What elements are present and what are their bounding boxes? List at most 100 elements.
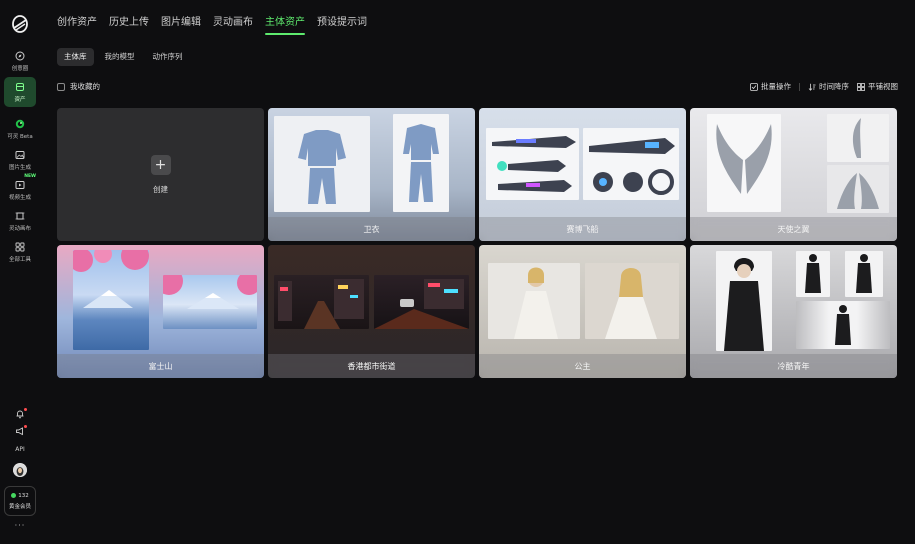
card-thumbnail bbox=[393, 114, 449, 212]
card-thumbnail bbox=[163, 275, 257, 329]
avatar-icon bbox=[13, 464, 27, 477]
city-street-image bbox=[278, 279, 364, 329]
sort-button[interactable]: 时间降序 bbox=[808, 81, 849, 92]
sidebar-item-video-gen[interactable]: NEW 视频生成 bbox=[2, 174, 38, 205]
sidebar-item-community[interactable]: 创意圈 bbox=[2, 46, 38, 76]
card-thumbnail bbox=[374, 275, 469, 329]
tab-upload-history[interactable]: 历史上传 bbox=[109, 16, 149, 32]
cool-youth-image bbox=[724, 258, 764, 351]
points-count: 132 bbox=[11, 493, 29, 499]
member-label: 黄金会员 bbox=[8, 503, 31, 510]
figure-front-image bbox=[805, 254, 821, 293]
favorites-checkbox[interactable] bbox=[57, 82, 65, 91]
plus-icon: + bbox=[150, 154, 171, 175]
sidebar-item-label: 视频生成 bbox=[8, 194, 31, 201]
kling-logo-icon bbox=[15, 119, 25, 128]
tab-canvas[interactable]: 灵动画布 bbox=[213, 16, 253, 32]
announcement-dot bbox=[24, 425, 27, 428]
card-thumbnail bbox=[796, 251, 830, 297]
batch-icon bbox=[750, 82, 758, 91]
card-thumbnail bbox=[73, 250, 149, 350]
card-title: 富士山 bbox=[57, 354, 264, 378]
toolbar: 批量操作 时间降序 平铺视图 bbox=[750, 81, 898, 92]
sidebar-item-image-gen[interactable]: 图片生成 bbox=[2, 145, 38, 175]
wing-side-image bbox=[852, 118, 861, 158]
compass-icon bbox=[15, 51, 25, 60]
sub-tabs: 主体库 我的模型 动作序列 bbox=[57, 48, 190, 66]
subtab-subject-library[interactable]: 主体库 bbox=[57, 48, 94, 66]
subject-card[interactable]: 公主 bbox=[479, 245, 686, 378]
sweatsuit-image bbox=[298, 130, 346, 204]
sidebar-item-label: 资产 bbox=[14, 96, 26, 103]
more-menu[interactable]: ··· bbox=[0, 521, 40, 530]
card-title: 卫衣 bbox=[268, 217, 475, 241]
subject-card[interactable]: 富士山 bbox=[57, 245, 264, 378]
create-label: 创建 bbox=[153, 184, 168, 194]
sidebar-item-label: 灵动画布 bbox=[8, 225, 31, 232]
view-mode-button[interactable]: 平铺视图 bbox=[857, 81, 898, 92]
sidebar-item-assets[interactable]: 资产 bbox=[4, 77, 36, 107]
subject-card[interactable]: 天使之翼 bbox=[690, 108, 897, 241]
toolbar-divider bbox=[799, 82, 800, 91]
card-thumbnail bbox=[486, 128, 579, 200]
sidebar-item-canvas[interactable]: 灵动画布 bbox=[2, 206, 38, 236]
sidebar-item-all-tools[interactable]: 全部工具 bbox=[2, 237, 38, 267]
api-link[interactable]: API bbox=[0, 446, 40, 453]
spaceship-parts-image bbox=[589, 138, 675, 195]
subject-grid: + 创建 卫衣 赛博飞船 天使之翼 富士山 香港都市街道 公主 冷酷青年 bbox=[57, 108, 897, 378]
subject-card[interactable]: 冷酷青年 bbox=[690, 245, 897, 378]
card-thumbnail bbox=[274, 275, 369, 329]
figure-back-image bbox=[856, 254, 872, 293]
subtab-my-models[interactable]: 我的模型 bbox=[98, 48, 142, 66]
tab-creation-assets[interactable]: 创作资产 bbox=[57, 16, 97, 32]
angel-wings-image bbox=[716, 124, 772, 194]
subject-card[interactable]: 香港都市街道 bbox=[268, 245, 475, 378]
card-thumbnail bbox=[707, 114, 781, 212]
subtab-action-sequences[interactable]: 动作序列 bbox=[146, 48, 190, 66]
membership-badge[interactable]: 132 黄金会员 bbox=[4, 486, 36, 516]
subject-card[interactable]: 卫衣 bbox=[268, 108, 475, 241]
sidebar-item-label: 可灵 Beta bbox=[7, 133, 33, 140]
card-title: 天使之翼 bbox=[690, 217, 897, 241]
new-badge: NEW bbox=[24, 174, 36, 179]
card-title: 赛博飞船 bbox=[479, 217, 686, 241]
tab-subject-assets[interactable]: 主体资产 bbox=[265, 16, 305, 35]
subject-card[interactable]: 赛博飞船 bbox=[479, 108, 686, 241]
app-logo-icon[interactable] bbox=[11, 14, 29, 34]
card-thumbnail bbox=[274, 116, 370, 212]
points-value: 132 bbox=[18, 492, 29, 499]
tab-image-edit[interactable]: 图片编辑 bbox=[161, 16, 201, 32]
sort-label: 时间降序 bbox=[819, 82, 849, 91]
sidebar-item-label: 创意圈 bbox=[11, 65, 29, 72]
card-thumbnail bbox=[796, 301, 890, 349]
avatar[interactable] bbox=[13, 463, 27, 477]
spaceship-image bbox=[492, 136, 576, 192]
view-label: 平铺视图 bbox=[868, 82, 898, 91]
card-thumbnail bbox=[488, 263, 580, 339]
create-subject-card[interactable]: + 创建 bbox=[57, 108, 264, 241]
card-thumbnail bbox=[845, 251, 883, 297]
mount-fuji-wide-image bbox=[163, 275, 257, 309]
top-nav: 创作资产 历史上传 图片编辑 灵动画布 主体资产 预设提示词 bbox=[57, 16, 367, 35]
canvas-icon bbox=[15, 212, 25, 219]
video-icon bbox=[15, 180, 25, 189]
wing-back-image bbox=[837, 173, 879, 209]
card-thumbnail bbox=[827, 165, 889, 213]
batch-operation-button[interactable]: 批量操作 bbox=[750, 81, 791, 92]
card-title: 公主 bbox=[479, 354, 686, 378]
tab-preset-prompts[interactable]: 预设提示词 bbox=[317, 16, 367, 32]
sidebar: 创意圈 资产 可灵 Beta 图片生成 NEW 视频生成 灵动画布 全部工具 A… bbox=[0, 0, 40, 544]
figure-side-image bbox=[835, 305, 851, 345]
princess-image bbox=[514, 267, 558, 339]
batch-label: 批量操作 bbox=[761, 82, 791, 91]
favorites-filter[interactable]: 我收藏的 bbox=[57, 81, 100, 92]
card-title: 冷酷青年 bbox=[690, 354, 897, 378]
city-night-image bbox=[374, 279, 469, 329]
sidebar-item-kling[interactable]: 可灵 Beta bbox=[2, 114, 38, 144]
points-icon bbox=[11, 493, 17, 498]
card-title: 香港都市街道 bbox=[268, 354, 475, 378]
sort-icon bbox=[808, 83, 816, 91]
card-thumbnail bbox=[716, 251, 772, 351]
favorites-label: 我收藏的 bbox=[70, 82, 100, 91]
asset-icon bbox=[16, 82, 24, 91]
